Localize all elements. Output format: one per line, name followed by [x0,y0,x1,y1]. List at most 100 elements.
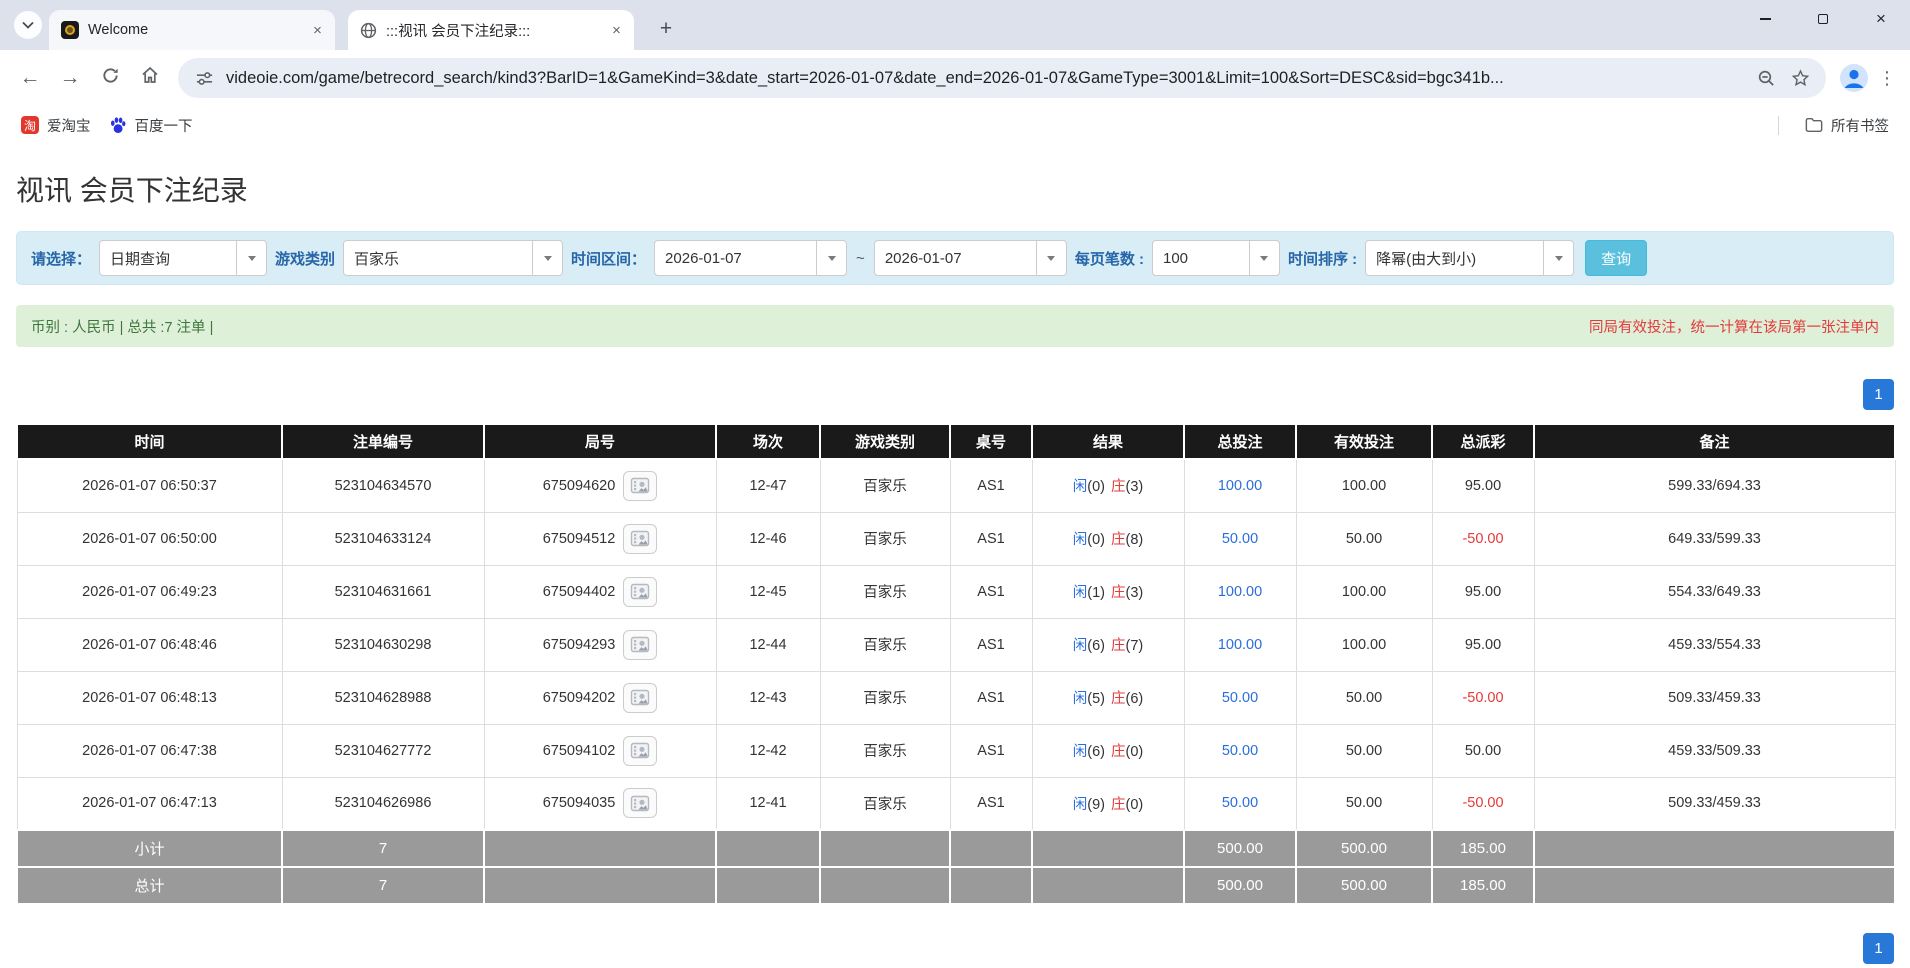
taobao-icon: 淘 [21,116,39,134]
result-banker-count: (0) [1125,796,1144,813]
date-start-select[interactable]: 2026-01-07 [654,240,848,276]
tab-bet-record[interactable]: :::视讯 会员下注纪录::: × [348,10,634,50]
header-table-no: 桌号 [949,423,1033,460]
bookmark-label: 百度一下 [134,118,193,135]
window-close-button[interactable]: × [1852,0,1910,38]
reload-button[interactable] [90,58,130,98]
cell-round-id: 675094102 [483,723,717,778]
url-text[interactable]: videoie.com/game/betrecord_search/kind3?… [226,69,1744,88]
cell-note: 459.33/509.33 [1533,723,1896,778]
cell-game-kind: 百家乐 [819,670,951,725]
cell-note: 599.33/694.33 [1533,458,1896,513]
time-sort-select[interactable]: 降幂(由大到小) [1365,240,1575,276]
query-mode-select[interactable]: 日期查询 [99,240,268,276]
home-button[interactable] [130,58,170,98]
game-kind-select[interactable]: 百家乐 [343,240,564,276]
bookmark-taobao[interactable]: 淘 爱淘宝 [12,111,100,140]
page-number-button[interactable]: 1 [1863,933,1894,964]
all-bookmarks-button[interactable]: 所有书签 [1796,111,1898,140]
total-count: 7 [281,866,485,905]
table-row: 2026-01-07 06:48:46 523104630298 6750942… [16,617,1896,672]
table-row: 2026-01-07 06:50:00 523104633124 6750945… [16,511,1896,566]
result-player-label: 闲 [1072,532,1088,548]
video-replay-button[interactable] [623,576,658,607]
bookmark-star-icon[interactable] [1788,66,1812,90]
close-icon[interactable]: × [308,21,327,40]
video-replay-button[interactable] [623,735,658,766]
url-bar[interactable]: videoie.com/game/betrecord_search/kind3?… [178,58,1826,98]
query-mode-value: 日期查询 [110,250,171,268]
cell-table-no: AS1 [949,617,1033,672]
video-replay-button[interactable] [623,629,658,660]
cell-total-bet-link[interactable]: 50.00 [1183,511,1297,566]
reload-icon [101,66,120,91]
close-icon[interactable]: × [607,21,626,40]
date-end-select[interactable]: 2026-01-07 [873,240,1067,276]
cell-payout: -50.00 [1431,776,1535,831]
result-player-label: 闲 [1072,691,1088,707]
summary-empty-cell [483,829,717,868]
new-tab-button[interactable]: + [652,15,680,43]
total-payout: 185.00 [1431,866,1535,905]
cell-total-bet-link[interactable]: 50.00 [1183,776,1297,831]
cell-total-bet-link[interactable]: 100.00 [1183,617,1297,672]
subtotal-label: 小计 [16,829,283,868]
profile-avatar-icon[interactable] [1838,62,1870,94]
cell-total-bet-link[interactable]: 100.00 [1183,564,1297,619]
video-replay-button[interactable] [623,682,658,713]
header-game-kind: 游戏类别 [819,423,951,460]
page-title: 视讯 会员下注纪录 [16,175,248,206]
page-number-button[interactable]: 1 [1863,379,1894,410]
summary-empty-cell [1533,866,1896,905]
minimize-button[interactable] [1736,0,1794,38]
subtotal-total-bet: 500.00 [1183,829,1297,868]
cell-total-bet-link[interactable]: 100.00 [1183,458,1297,513]
cell-result: 闲(5) 庄(6) [1031,670,1185,725]
cell-table-no: AS1 [949,776,1033,831]
tab-title: Welcome [88,22,149,38]
video-replay-button[interactable] [623,788,658,819]
time-sort-value: 降幂(由大到小) [1376,250,1477,268]
dropdown-caret-icon [1248,241,1279,275]
pagination-bottom: 1 [16,933,1894,964]
menu-icon[interactable]: ⋮ [1874,62,1900,94]
result-banker-label: 庄 [1111,744,1126,760]
tune-icon[interactable] [192,66,216,90]
summary-empty-cell [715,829,821,868]
cell-round-id: 675094293 [483,617,717,672]
tab-search-button[interactable] [14,11,42,39]
cell-time: 2026-01-07 06:50:00 [16,511,283,566]
cell-total-bet-link[interactable]: 50.00 [1183,670,1297,725]
cell-time: 2026-01-07 06:48:13 [16,670,283,725]
bet-table-body: 2026-01-07 06:50:37 523104634570 6750946… [16,458,1896,831]
home-icon [140,65,160,91]
cell-game-kind: 百家乐 [819,617,951,672]
date-range-label: 时间区间： [571,250,647,268]
video-replay-button[interactable] [623,523,658,554]
cell-payout: 95.00 [1431,458,1535,513]
header-total-bet: 总投注 [1183,423,1297,460]
cell-table-no: AS1 [949,723,1033,778]
bookmark-baidu[interactable]: 百度一下 [100,111,202,140]
back-button[interactable]: ← [10,58,50,98]
zoom-icon[interactable] [1754,66,1778,90]
header-note: 备注 [1533,423,1896,460]
search-button[interactable]: 查询 [1585,240,1648,276]
cell-valid-bet: 50.00 [1295,723,1433,778]
result-banker-count: (8) [1125,532,1144,548]
table-header: 时间 注单编号 局号 场次 游戏类别 桌号 结果 总投注 有效投注 总派彩 备注 [16,423,1896,460]
table-row: 2026-01-07 06:49:23 523104631661 6750944… [16,564,1896,619]
cell-total-bet-link[interactable]: 50.00 [1183,723,1297,778]
forward-button[interactable]: → [50,58,90,98]
cell-payout: -50.00 [1431,511,1535,566]
cell-table-no: AS1 [949,670,1033,725]
video-replay-icon [631,636,650,653]
subtotal-count: 7 [281,829,485,868]
tab-welcome[interactable]: Welcome × [49,10,335,50]
video-replay-icon [631,478,650,494]
maximize-button[interactable] [1794,0,1852,38]
dropdown-caret-icon [236,241,266,275]
per-page-select[interactable]: 100 [1151,240,1280,276]
video-replay-button[interactable] [623,470,658,501]
time-sort-label: 时间排序 : [1287,250,1358,268]
